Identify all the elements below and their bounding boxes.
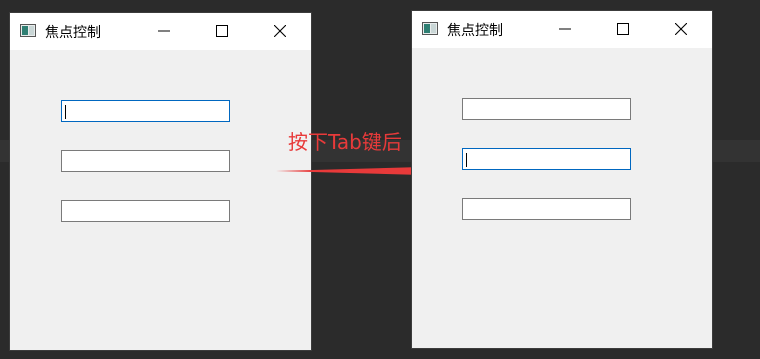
close-button[interactable] bbox=[658, 11, 704, 48]
maximize-icon bbox=[216, 25, 228, 37]
window-after-tab: 焦点控制 bbox=[412, 11, 712, 348]
minimize-button[interactable] bbox=[141, 13, 187, 50]
text-caret bbox=[466, 153, 467, 167]
title-bar[interactable]: 焦点控制 bbox=[412, 11, 712, 48]
minimize-icon bbox=[158, 30, 170, 32]
text-field-3[interactable] bbox=[61, 200, 230, 222]
maximize-icon bbox=[617, 23, 629, 35]
app-icon bbox=[20, 24, 36, 37]
annotation-label: 按下Tab键后 bbox=[288, 130, 402, 154]
app-icon bbox=[422, 22, 438, 35]
window-title: 焦点控制 bbox=[45, 25, 101, 41]
close-button[interactable] bbox=[257, 13, 303, 50]
text-field-1[interactable] bbox=[61, 100, 230, 122]
close-icon bbox=[274, 25, 286, 37]
text-field-3[interactable] bbox=[462, 198, 631, 220]
minimize-icon bbox=[559, 28, 571, 30]
window-before-tab: 焦点控制 bbox=[10, 13, 311, 350]
text-field-1[interactable] bbox=[462, 98, 631, 120]
maximize-button[interactable] bbox=[600, 11, 646, 48]
maximize-button[interactable] bbox=[199, 13, 245, 50]
title-bar[interactable]: 焦点控制 bbox=[10, 13, 311, 50]
minimize-button[interactable] bbox=[542, 11, 588, 48]
text-field-2[interactable] bbox=[61, 150, 230, 172]
text-field-2[interactable] bbox=[462, 148, 631, 170]
text-caret bbox=[65, 105, 66, 119]
close-icon bbox=[675, 23, 687, 35]
window-title: 焦点控制 bbox=[447, 23, 503, 39]
